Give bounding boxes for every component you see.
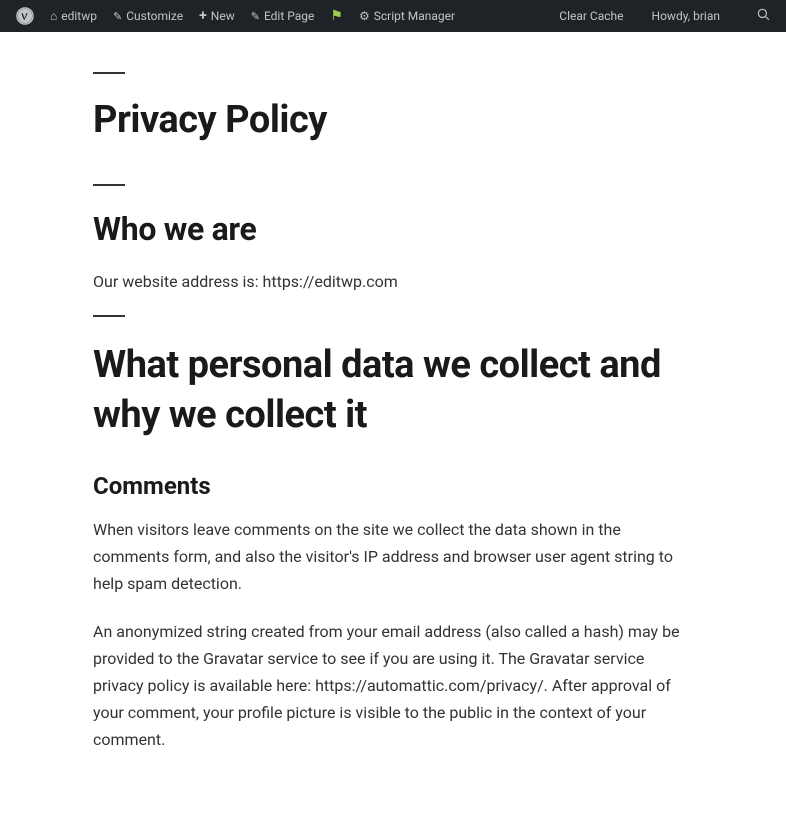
admin-bar-new[interactable]: + New: [191, 0, 243, 32]
comments-heading: Comments: [93, 472, 693, 500]
who-we-are-body: Our website address is: https://editwp.c…: [93, 268, 693, 295]
section-2-divider: [93, 315, 125, 317]
admin-bar-site-name[interactable]: ⌂ editwp: [42, 0, 105, 32]
site-name-icon: ⌂: [50, 9, 57, 23]
search-icon[interactable]: [748, 7, 778, 25]
page-content: Privacy Policy Who we are Our website ad…: [73, 32, 713, 833]
customize-label: Customize: [126, 9, 183, 23]
site-name-label: editwp: [61, 9, 97, 23]
admin-bar-left: ⌂ editwp ✎ Customize + New ✎ Edit Page ⚑…: [8, 0, 551, 32]
who-we-are-heading: Who we are: [93, 210, 693, 248]
personal-data-heading: What personal data we collect and why we…: [93, 341, 693, 440]
script-manager-label: Script Manager: [374, 9, 455, 23]
howdy-menu[interactable]: Howdy, brian: [644, 0, 728, 32]
comments-paragraph-1: When visitors leave comments on the site…: [93, 516, 693, 598]
page-title: Privacy Policy: [93, 98, 693, 144]
admin-bar-customize[interactable]: ✎ Customize: [105, 0, 191, 32]
comments-paragraph-2: An anonymized string created from your e…: [93, 618, 693, 754]
admin-bar-edit-page[interactable]: ✎ Edit Page: [243, 0, 323, 32]
clear-cache-button[interactable]: Clear Cache: [551, 0, 631, 32]
edit-page-icon: ✎: [251, 10, 260, 23]
wp-logo[interactable]: [8, 0, 42, 32]
clear-cache-label: Clear Cache: [559, 9, 623, 23]
edit-page-label: Edit Page: [264, 9, 314, 23]
script-manager-icon: ⚙: [359, 9, 370, 23]
admin-bar-seo[interactable]: ⚑: [322, 0, 351, 32]
new-label: New: [211, 9, 235, 23]
admin-bar: ⌂ editwp ✎ Customize + New ✎ Edit Page ⚑…: [0, 0, 786, 32]
new-icon: +: [199, 8, 207, 24]
seo-icon: ⚑: [330, 8, 343, 24]
top-divider: [93, 72, 125, 74]
admin-bar-script-manager[interactable]: ⚙ Script Manager: [351, 0, 463, 32]
customize-icon: ✎: [113, 10, 122, 23]
section-1-divider: [93, 184, 125, 186]
howdy-label: Howdy, brian: [652, 9, 720, 23]
admin-bar-right: Clear Cache Howdy, brian: [551, 0, 778, 32]
